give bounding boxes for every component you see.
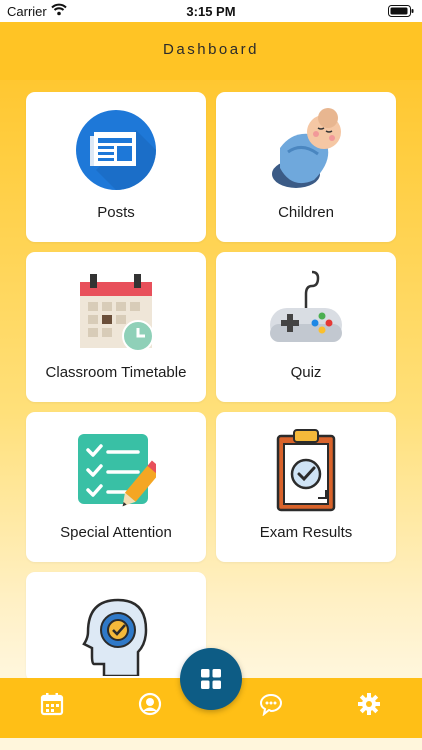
home-indicator-area: [0, 738, 422, 750]
clock-time: 3:15 PM: [186, 4, 236, 19]
posts-label: Posts: [97, 204, 135, 221]
dashboard-fab-button[interactable]: [180, 648, 242, 710]
newspaper-icon: [76, 108, 156, 192]
head-gear-card[interactable]: [26, 572, 206, 682]
posts-card[interactable]: Posts: [26, 92, 206, 242]
quiz-label: Quiz: [290, 364, 322, 381]
chat-icon[interactable]: [259, 692, 285, 718]
classroom-timetable-card[interactable]: Classroom Timetable: [26, 252, 206, 402]
calendar-icon[interactable]: [40, 692, 66, 718]
special-attention-card[interactable]: Special Attention: [26, 412, 206, 562]
profile-icon[interactable]: [138, 692, 164, 718]
classroom-timetable-label: Classroom Timetable: [45, 364, 187, 381]
status-bar: Carrier 3:15 PM: [0, 0, 422, 22]
clipboard-check-icon: [266, 428, 346, 512]
calendar-clock-icon: [76, 268, 156, 352]
gamepad-icon: [266, 268, 346, 352]
quiz-card[interactable]: Quiz: [216, 252, 396, 402]
children-card[interactable]: Children: [216, 92, 396, 242]
exam-results-card[interactable]: Exam Results: [216, 412, 396, 562]
head-gear-icon: [76, 592, 156, 678]
children-label: Children: [278, 204, 334, 221]
page-title: Dashboard: [163, 41, 259, 58]
grid-icon: [201, 669, 221, 689]
special-attention-label: Special Attention: [60, 524, 172, 541]
settings-icon[interactable]: [357, 692, 383, 718]
exam-results-label: Exam Results: [259, 524, 353, 541]
baby-icon: [266, 108, 346, 192]
battery-icon: [388, 5, 414, 20]
nav-header: Dashboard: [0, 22, 422, 80]
checklist-pencil-icon: [76, 428, 163, 512]
